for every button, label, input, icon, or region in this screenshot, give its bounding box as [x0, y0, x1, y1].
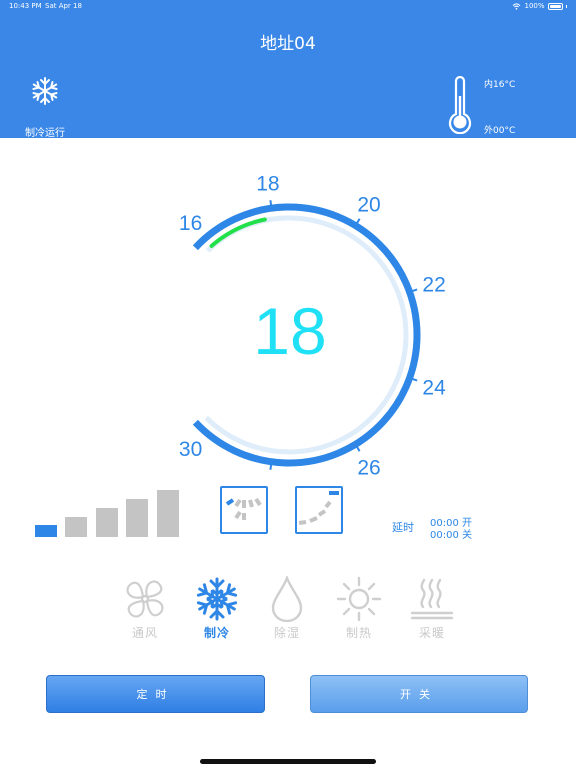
sun-icon — [336, 576, 382, 622]
mode-fan-button[interactable]: 通风 — [117, 576, 173, 646]
dial-tick — [356, 446, 361, 452]
fan-icon — [126, 580, 164, 618]
home-indicator — [200, 759, 376, 764]
swing-horizontal-icon — [298, 491, 339, 525]
timer-button[interactable]: 定时 — [46, 675, 265, 713]
delay-label: 延时 — [392, 521, 414, 534]
dial-scale-label: 20 — [357, 193, 380, 216]
swing-horizontal-button[interactable] — [295, 486, 343, 534]
dial-scale-label: 26 — [357, 457, 380, 480]
delay-off-time: 00:00 关 — [430, 530, 472, 541]
fan-speed-bar[interactable] — [157, 490, 179, 537]
dial-scale-label: 22 — [422, 273, 445, 296]
snowflake-icon — [195, 577, 239, 621]
dial-scale-label: 18 — [256, 172, 279, 195]
dial-scale-label: 16 — [179, 212, 202, 235]
swing-vertical-icon — [225, 497, 262, 520]
heat-waves-icon — [410, 578, 454, 620]
mode-label: 采暖 — [418, 626, 445, 640]
setpoint-value: 18 — [253, 294, 327, 368]
dial-scale-label: 30 — [179, 438, 202, 461]
fan-speed-bar[interactable] — [96, 508, 118, 537]
power-button[interactable]: 开关 — [310, 675, 528, 713]
temperature-dial[interactable]: 16 18 20 22 24 26 28 30 — [0, 0, 576, 480]
mode-cool-button[interactable]: 制冷 — [189, 576, 245, 646]
fan-speed-bar[interactable] — [65, 517, 87, 537]
fan-speed-bar[interactable] — [126, 499, 148, 537]
dial-scale-label: 24 — [422, 377, 446, 400]
droplet-icon — [271, 576, 303, 622]
dial-tick — [269, 464, 273, 470]
dial-scale-label: 28 — [256, 478, 279, 480]
fan-speed-bar[interactable] — [35, 525, 57, 537]
mode-heat-button[interactable]: 制热 — [331, 576, 387, 646]
mode-label: 制热 — [345, 626, 372, 640]
dial-tick — [412, 288, 418, 293]
dial-tick — [412, 377, 418, 382]
mode-label: 通风 — [131, 626, 158, 640]
mode-label: 制冷 — [203, 626, 230, 640]
mode-label: 除湿 — [273, 626, 300, 640]
swing-vertical-button[interactable] — [220, 486, 268, 534]
dial-tick — [269, 200, 273, 206]
mode-dehumidify-button[interactable]: 除湿 — [259, 576, 315, 646]
dial-tick — [356, 218, 361, 224]
mode-floor-heat-button[interactable]: 采暖 — [404, 576, 460, 646]
